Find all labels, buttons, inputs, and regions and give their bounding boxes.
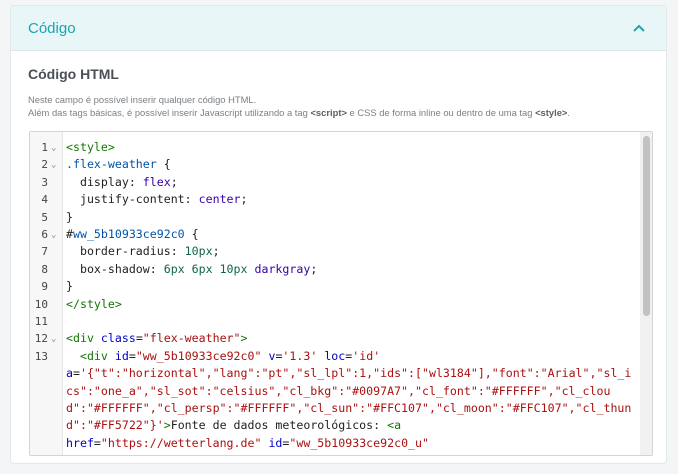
code-line[interactable]: 3 display: flex; <box>30 174 638 191</box>
code-text: <style> <box>66 140 115 154</box>
line-number: 12 <box>34 332 48 346</box>
help-line-1: Neste campo é possível inserir qualquer … <box>28 94 257 105</box>
code-line[interactable]: 1 ⌄ <style> <box>30 139 638 156</box>
line-number: 13 <box>34 349 48 363</box>
scrollbar[interactable] <box>640 132 652 455</box>
line-number: 6 <box>41 227 48 241</box>
help-line-2: Além das tags básicas, é possível inseri… <box>28 107 570 118</box>
line-number: 3 <box>41 175 48 189</box>
code-text: } <box>66 209 73 224</box>
code-line[interactable]: 2 ⌄ .flex-weather { <box>30 156 638 173</box>
code-line[interactable]: 5} <box>30 209 638 226</box>
code-line[interactable]: 11 <box>30 313 638 330</box>
code-text: } <box>66 279 73 294</box>
code-line[interactable]: 10 </style> <box>30 296 638 313</box>
code-text: .flex-weather { <box>66 157 171 172</box>
fold-arrow-icon[interactable]: ⌄ <box>51 157 56 174</box>
code-lines[interactable]: 1 ⌄ <style> 2 ⌄ .flex-weather {3 display: fle… <box>30 139 638 452</box>
fold-arrow-icon[interactable]: ⌄ <box>51 227 56 244</box>
code-line[interactable]: 8 box-shadow: 6px 6px 10px darkgray; <box>30 261 638 278</box>
scrollbar-thumb[interactable] <box>643 136 650 316</box>
line-number: 9 <box>41 280 48 294</box>
fold-arrow-icon[interactable]: ⌄ <box>51 140 56 157</box>
code-text: <div id="ww_5b10933ce92c0" v='1.3' loc='… <box>66 348 632 450</box>
code-line[interactable]: 9} <box>30 278 638 295</box>
code-line[interactable]: 12 ⌄ <div class="flex-weather"> <box>30 330 638 347</box>
code-text: box-shadow: 6px 6px 10px darkgray; <box>66 261 318 276</box>
code-editor[interactable]: 1 ⌄ <style> 2 ⌄ .flex-weather {3 display: fle… <box>29 131 653 456</box>
fold-arrow-icon[interactable]: ⌄ <box>51 331 56 348</box>
line-number: 5 <box>41 210 48 224</box>
code-panel: Código Código HTML Neste campo é possíve… <box>10 5 667 464</box>
code-text: display: flex; <box>66 174 178 189</box>
line-number: 10 <box>34 297 48 311</box>
code-line[interactable]: 7 border-radius: 10px; <box>30 243 638 260</box>
code-text: border-radius: 10px; <box>66 244 220 259</box>
code-text: </style> <box>66 296 122 311</box>
line-number: 11 <box>34 314 48 328</box>
code-text: <div class="flex-weather"> <box>66 331 248 346</box>
line-number: 8 <box>41 262 48 276</box>
section-title: Código HTML <box>28 66 119 82</box>
code-line[interactable]: 4 justify-content: center; <box>30 191 638 208</box>
code-text: #ww_5b10933ce92c0 { <box>66 226 199 241</box>
chevron-up-icon[interactable] <box>631 20 647 36</box>
panel-title: Código <box>28 19 76 37</box>
line-number: 4 <box>41 193 48 207</box>
help-text: Neste campo é possível inserir qualquer … <box>28 93 658 119</box>
line-number: 1 <box>41 141 48 154</box>
code-text: justify-content: center; <box>66 192 248 207</box>
line-number: 2 <box>41 158 48 172</box>
code-line[interactable]: 13 <div id="ww_5b10933ce92c0" v='1.3' lo… <box>30 348 638 452</box>
panel-header[interactable]: Código <box>11 6 666 51</box>
line-number: 7 <box>41 245 48 259</box>
code-line[interactable]: 6 ⌄ #ww_5b10933ce92c0 { <box>30 226 638 243</box>
